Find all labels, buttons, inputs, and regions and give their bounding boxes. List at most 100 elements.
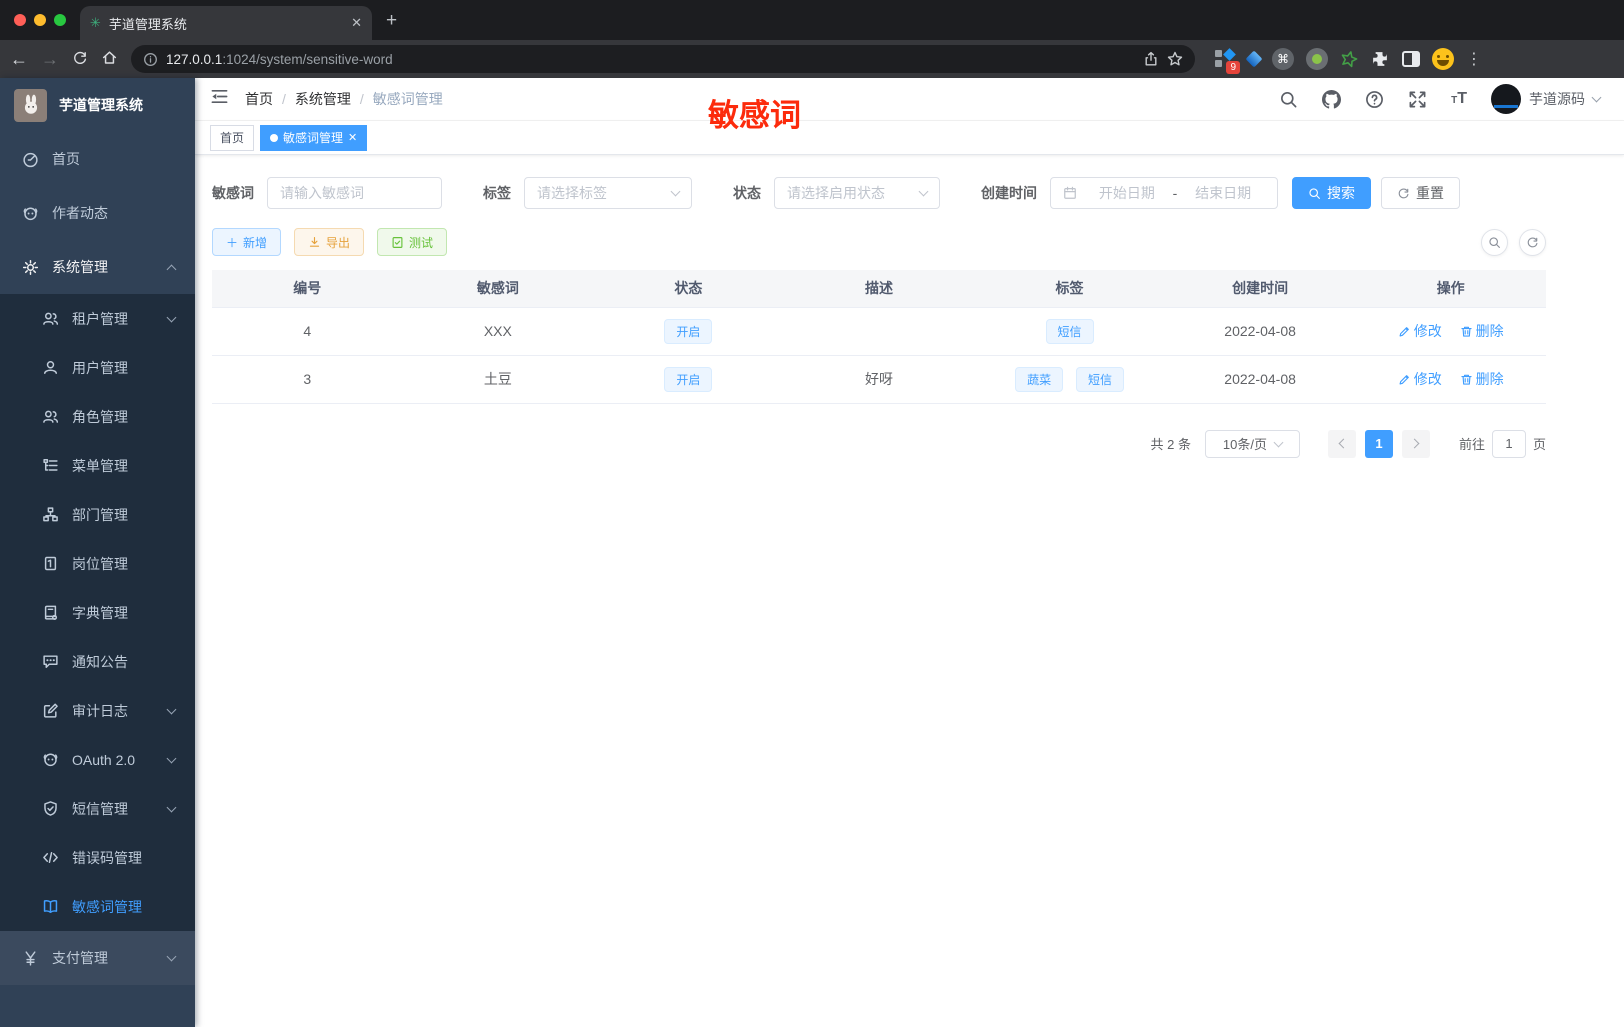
tab-close-icon[interactable]: ✕ <box>351 15 362 31</box>
sidebar-item-system[interactable]: 系统管理 <box>0 240 195 294</box>
window-controls[interactable] <box>0 14 80 40</box>
close-tag-icon[interactable]: ✕ <box>348 131 357 144</box>
sidebar-item-dept[interactable]: 部门管理 <box>0 490 195 539</box>
grid-extension-icon[interactable]: 9 <box>1214 48 1240 74</box>
browser-tab[interactable]: ✳ 芋道管理系统 ✕ <box>80 6 372 40</box>
col-word: 敏感词 <box>402 270 594 307</box>
status-filter-label: 状态 <box>733 185 761 201</box>
export-button[interactable]: 导出 <box>294 228 365 256</box>
prev-page-button[interactable] <box>1327 429 1356 458</box>
date-range-picker[interactable]: 开始日期 - 结束日期 <box>1050 177 1278 209</box>
breadcrumb-system[interactable]: 系统管理 <box>295 89 351 109</box>
back-icon[interactable]: ← <box>10 50 28 68</box>
site-info-icon[interactable] <box>143 52 158 67</box>
fullscreen-icon[interactable] <box>1408 90 1427 109</box>
sidebar-item-role[interactable]: 角色管理 <box>0 392 195 441</box>
goto-page-input[interactable] <box>1491 429 1526 458</box>
maximize-window-button[interactable] <box>54 14 66 26</box>
chevron-down-icon <box>918 186 929 197</box>
forward-icon[interactable]: → <box>41 50 59 68</box>
sidebar-item-menu[interactable]: 菜单管理 <box>0 441 195 490</box>
tag-home[interactable]: 首页 <box>210 124 255 151</box>
sidebar-item-oauth[interactable]: OAuth 2.0 <box>0 735 195 784</box>
sidebar-item-errcode[interactable]: 错误码管理 <box>0 833 195 882</box>
reload-icon[interactable] <box>72 50 88 69</box>
delete-link[interactable]: 删除 <box>1460 321 1504 341</box>
reset-button[interactable]: 重置 <box>1381 177 1460 209</box>
sidebar-item-pay[interactable]: 支付管理 <box>0 931 195 985</box>
kite-extension-icon[interactable] <box>1245 50 1263 68</box>
status-select[interactable]: 请选择启用状态 <box>774 177 940 209</box>
sidebar-item-user[interactable]: 用户管理 <box>0 343 195 392</box>
open-book-icon <box>43 900 58 913</box>
breadcrumb-home[interactable]: 首页 <box>245 89 273 109</box>
document-check-icon <box>392 236 403 248</box>
edit-link[interactable]: 修改 <box>1398 369 1442 389</box>
code-icon <box>43 851 58 864</box>
shield-check-icon <box>44 801 57 816</box>
status-badge: 开启 <box>664 366 713 392</box>
page-size-select[interactable]: 10条/页 <box>1204 429 1300 458</box>
font-size-icon[interactable]: TT <box>1451 90 1467 108</box>
help-icon[interactable] <box>1365 90 1384 109</box>
extension-icons: 9 ⌘ ⋮ <box>1214 48 1482 74</box>
extensions-puzzle-icon[interactable] <box>1370 49 1390 69</box>
navbar-right: TT 芋道源码 <box>1279 84 1602 114</box>
current-page-button[interactable]: 1 <box>1364 429 1393 458</box>
next-page-button[interactable] <box>1401 429 1430 458</box>
delete-link[interactable]: 删除 <box>1460 369 1504 389</box>
search-icon[interactable] <box>1279 90 1298 109</box>
refresh-icon <box>1398 187 1409 198</box>
breadcrumb: 首页 / 系统管理 / 敏感词管理 <box>245 89 443 109</box>
sidebar-item-audit[interactable]: 审计日志 <box>0 686 195 735</box>
keyword-input[interactable] <box>280 185 429 201</box>
record-extension-icon[interactable] <box>1306 48 1328 70</box>
sidebar-item-sensitive-word[interactable]: 敏感词管理 <box>0 882 195 931</box>
browser-menu-icon[interactable]: ⋮ <box>1466 49 1482 69</box>
sidebar-item-dict[interactable]: 字典管理 <box>0 588 195 637</box>
side-panel-icon[interactable] <box>1402 51 1420 67</box>
refresh-icon <box>1527 236 1538 247</box>
home-icon[interactable] <box>101 49 118 69</box>
search-button[interactable]: 搜索 <box>1292 177 1371 209</box>
post-badge-icon <box>44 556 57 571</box>
tag-sensitive-word[interactable]: 敏感词管理 ✕ <box>260 124 368 151</box>
col-status: 状态 <box>593 270 784 307</box>
sidebar-item-post[interactable]: 岗位管理 <box>0 539 195 588</box>
user-menu[interactable]: 芋道源码 <box>1491 84 1602 114</box>
user-icon <box>44 361 57 374</box>
download-icon <box>309 236 320 247</box>
search-icon <box>1309 187 1320 199</box>
bookmark-star-icon[interactable] <box>1167 51 1183 67</box>
chevron-up-icon <box>166 264 177 274</box>
sidebar-item-sms[interactable]: 短信管理 <box>0 784 195 833</box>
tag-chip: 蔬菜 <box>1015 366 1064 392</box>
share-icon[interactable] <box>1143 51 1159 67</box>
new-tab-button[interactable]: + <box>386 10 397 32</box>
test-button[interactable]: 测试 <box>377 228 448 256</box>
user-avatar <box>1491 84 1521 114</box>
sidebar-item-author[interactable]: 作者动态 <box>0 186 195 240</box>
sidebar-item-notice[interactable]: 通知公告 <box>0 637 195 686</box>
pagination: 共 2 条 10条/页 1 前往 页 <box>212 429 1546 458</box>
show-search-button[interactable] <box>1481 228 1508 256</box>
add-button[interactable]: ＋ 新增 <box>212 228 282 256</box>
minimize-window-button[interactable] <box>34 14 46 26</box>
star-extension-icon[interactable] <box>1340 50 1358 68</box>
tag-select[interactable]: 请选择标签 <box>524 177 692 209</box>
close-window-button[interactable] <box>14 14 26 26</box>
gear-icon <box>22 259 39 275</box>
url-bar[interactable]: 127.0.0.1:1024/system/sensitive-word <box>131 45 1195 73</box>
command-extension-icon[interactable]: ⌘ <box>1272 48 1294 70</box>
url-path: :1024/system/sensitive-word <box>222 51 393 67</box>
trash-icon <box>1461 374 1472 385</box>
profile-avatar-icon[interactable] <box>1432 48 1454 70</box>
refresh-table-button[interactable] <box>1519 228 1546 256</box>
edit-link[interactable]: 修改 <box>1398 321 1442 341</box>
collapse-sidebar-icon[interactable] <box>210 87 229 111</box>
sidebar-item-tenant[interactable]: 租户管理 <box>0 294 195 343</box>
chevron-down-icon <box>166 704 177 714</box>
yen-icon <box>25 950 36 966</box>
github-icon[interactable] <box>1322 89 1342 109</box>
sidebar-item-home[interactable]: 首页 <box>0 132 195 186</box>
